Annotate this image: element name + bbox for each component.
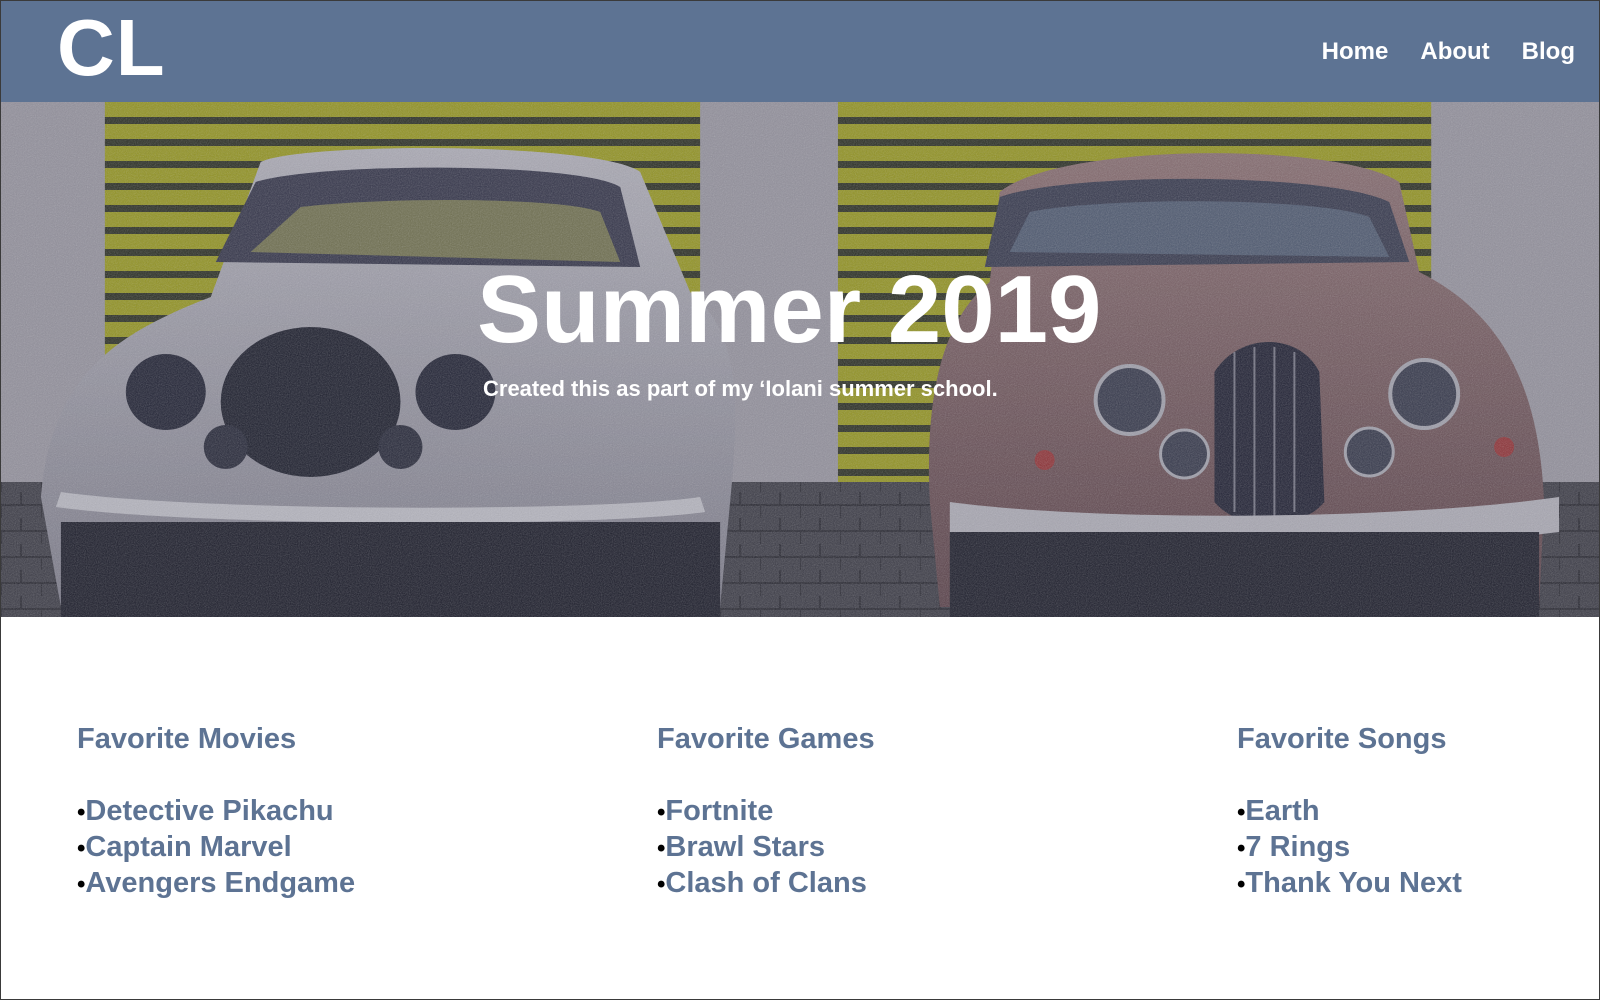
list-item-label: Clash of Clans — [665, 867, 867, 899]
list-item: •7 Rings — [1237, 830, 1462, 866]
favorite-games-column: Favorite Games •Fortnite •Brawl Stars •C… — [657, 723, 875, 902]
favorite-movies-column: Favorite Movies •Detective Pikachu •Capt… — [77, 723, 355, 902]
list-item: •Brawl Stars — [657, 830, 875, 866]
hero-title: Summer 2019 — [477, 256, 1102, 363]
main-nav: Home About Blog — [1322, 38, 1575, 66]
list-item-label: Avengers Endgame — [85, 867, 356, 899]
hero-banner: Summer 2019 Created this as part of my ʻ… — [1, 102, 1599, 617]
favorite-movies-list: •Detective Pikachu •Captain Marvel •Aven… — [77, 794, 355, 902]
list-item: •Captain Marvel — [77, 830, 355, 866]
list-item-label: Earth — [1245, 795, 1320, 827]
list-item-label: 7 Rings — [1245, 831, 1351, 863]
site-header: CL Home About Blog — [1, 1, 1599, 102]
hero-subtitle: Created this as part of my ʻIolani summe… — [483, 376, 998, 401]
list-item: •Detective Pikachu — [77, 794, 355, 830]
nav-blog-link[interactable]: Blog — [1522, 38, 1575, 66]
favorite-games-heading: Favorite Games — [657, 723, 875, 755]
list-item: •Thank You Next — [1237, 866, 1462, 902]
nav-home-link[interactable]: Home — [1322, 38, 1389, 66]
favorite-songs-heading: Favorite Songs — [1237, 723, 1447, 755]
list-item-label: Fortnite — [665, 795, 774, 827]
site-logo[interactable]: CL — [57, 1, 166, 88]
list-item-label: Brawl Stars — [665, 831, 825, 863]
list-item: •Clash of Clans — [657, 866, 875, 902]
nav-about-link[interactable]: About — [1420, 38, 1489, 66]
favorite-songs-column: Favorite Songs •Earth •7 Rings •Thank Yo… — [1237, 723, 1462, 902]
favorite-movies-heading: Favorite Movies — [77, 723, 297, 755]
list-item: •Earth — [1237, 794, 1462, 830]
favorites-section: Favorite Movies •Detective Pikachu •Capt… — [1, 617, 1599, 999]
favorite-songs-list: •Earth •7 Rings •Thank You Next — [1237, 794, 1462, 902]
list-item: •Fortnite — [657, 794, 875, 830]
list-item-label: Detective Pikachu — [85, 795, 334, 827]
page: CL Home About Blog Summer 2019 Created t… — [0, 0, 1600, 1000]
list-item-label: Captain Marvel — [85, 831, 292, 863]
list-item: •Avengers Endgame — [77, 866, 355, 902]
favorite-games-list: •Fortnite •Brawl Stars •Clash of Clans — [657, 794, 875, 902]
list-item-label: Thank You Next — [1245, 867, 1462, 899]
